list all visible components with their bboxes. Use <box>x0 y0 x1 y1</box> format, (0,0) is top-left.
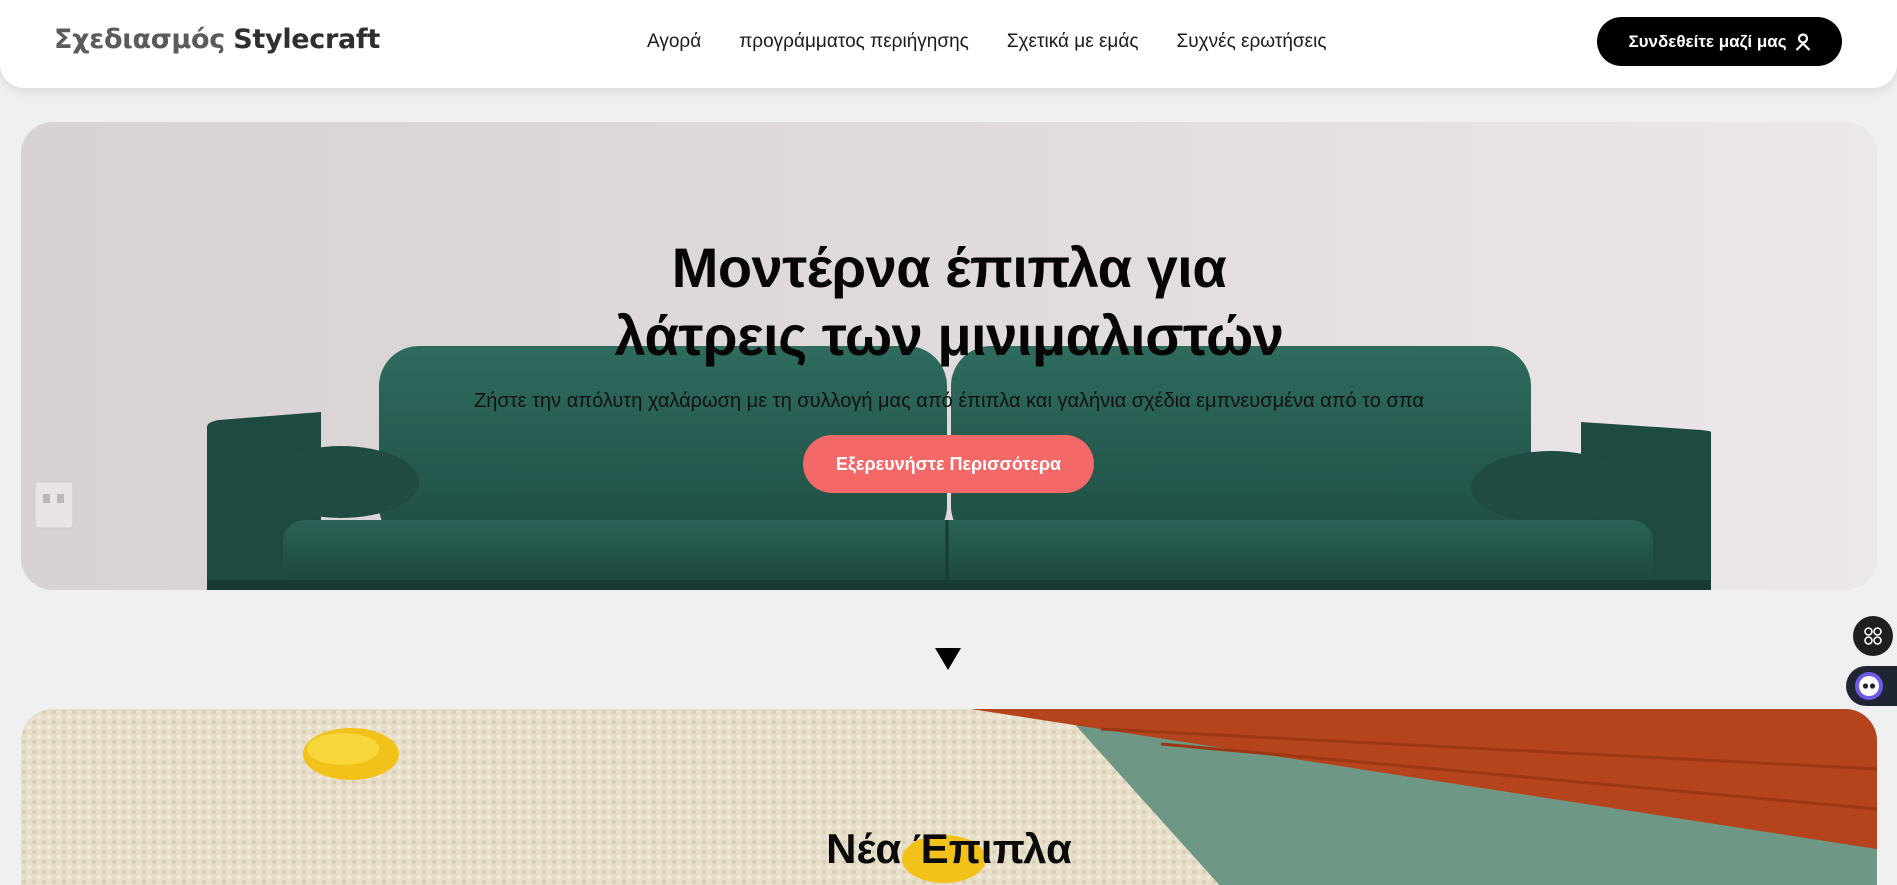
site-header: Σχεδιασμός Stylecraft Αγορά προγράμματος… <box>0 0 1897 88</box>
hero-title-line1: Μοντέρνα έπιπλα για <box>671 236 1227 299</box>
down-triangle-icon[interactable] <box>935 648 961 670</box>
user-icon <box>1795 32 1810 51</box>
hero-banner: Μοντέρνα έπιπλα για λάτρεις των μινιμαλι… <box>21 122 1877 590</box>
join-us-label: Συνδεθείτε μαζί μας <box>1628 31 1787 51</box>
assistant-bot-icon <box>1855 672 1883 700</box>
main-nav: Αγορά προγράμματος περιήγησης Σχετικά με… <box>647 31 1327 53</box>
new-furniture-title: Νέα Έπιπλα <box>826 825 1072 872</box>
site-logo[interactable]: Σχεδιασμός Stylecraft <box>54 24 380 55</box>
hero-title-line2: λάτρεις των μινιμαλιστών <box>614 304 1284 367</box>
assistant-widget-button[interactable] <box>1846 666 1897 706</box>
hero-subtitle: Ζήστε την απόλυτη χαλάρωση με τη συλλογή… <box>474 390 1424 412</box>
logo-prefix: Σχεδιασμός <box>54 24 225 55</box>
join-us-button[interactable]: Συνδεθείτε μαζί μας <box>1597 17 1842 66</box>
nav-item-shop[interactable]: Αγορά <box>647 31 701 53</box>
nav-item-browse[interactable]: προγράμματος περιήγησης <box>739 31 969 53</box>
logo-brand: Stylecraft <box>233 24 380 55</box>
apps-widget-button[interactable] <box>1853 616 1893 656</box>
nav-item-about[interactable]: Σχετικά με εμάς <box>1007 31 1139 53</box>
apps-grid-icon <box>1864 627 1882 645</box>
new-furniture-banner: Νέα Έπιπλα <box>21 709 1877 885</box>
explore-more-button[interactable]: Εξερευνήστε Περισσότερα <box>803 435 1094 493</box>
nav-item-faq[interactable]: Συχνές ερωτήσεις <box>1177 31 1327 53</box>
hero-title: Μοντέρνα έπιπλα για λάτρεις των μινιμαλι… <box>21 234 1877 370</box>
